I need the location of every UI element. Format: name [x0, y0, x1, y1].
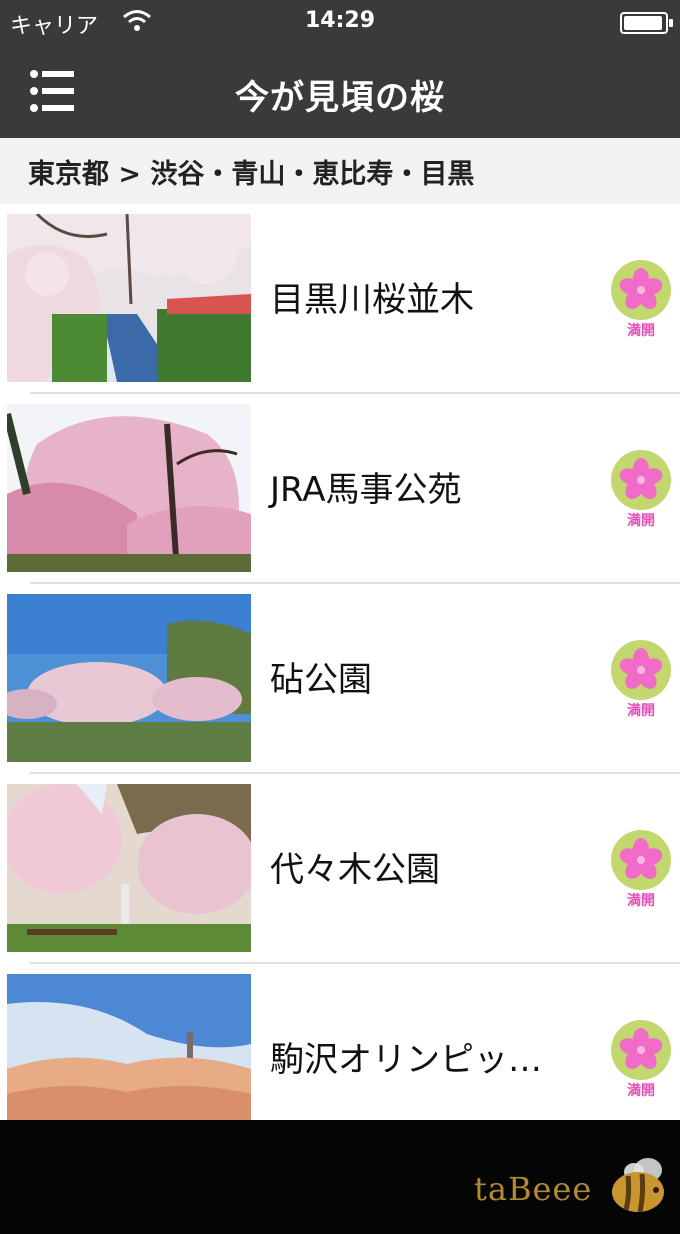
spot-list: 目黒川桜並木 満開 JRA馬事公苑 満開 砧公園 満開 代々木公園 満開 駒沢オ…: [0, 204, 680, 1120]
spot-photo: [7, 404, 251, 572]
spot-name: 砧公園: [270, 660, 372, 700]
status-time: 14:29: [304, 8, 376, 33]
nav-bar: 今が見頃の桜: [0, 44, 680, 138]
spot-name: 駒沢オリンピッ…: [270, 1040, 542, 1080]
spot-photo: [7, 214, 251, 382]
sakura-icon: [611, 640, 671, 700]
spot-name: 代々木公園: [270, 850, 440, 890]
breadcrumb: 東京都 > 渋谷・青山・恵比寿・目黒: [0, 138, 680, 204]
spot-photo: [7, 784, 251, 952]
spot-name: JRA馬事公苑: [270, 470, 462, 510]
bloom-status-label: 満開: [627, 323, 655, 339]
list-item[interactable]: 目黒川桜並木 満開: [0, 204, 680, 394]
footer-banner[interactable]: taBeee: [0, 1120, 680, 1234]
breadcrumb-text[interactable]: 東京都 > 渋谷・青山・恵比寿・目黒: [28, 152, 474, 191]
spot-photo: [7, 594, 251, 762]
list-item[interactable]: 駒沢オリンピッ… 満開: [0, 964, 680, 1120]
bloom-status-label: 満開: [627, 1083, 655, 1099]
bloom-status-label: 満開: [627, 703, 655, 719]
sakura-icon: [611, 260, 671, 320]
battery-icon: [620, 12, 673, 34]
bloom-status-badge: 満開: [610, 640, 672, 724]
bloom-status-badge: 満開: [610, 450, 672, 534]
spot-name: 目黒川桜並木: [270, 280, 474, 320]
list-item[interactable]: 代々木公園 満開: [0, 774, 680, 964]
list-item[interactable]: 砧公園 満開: [0, 584, 680, 774]
page-title: 今が見頃の桜: [235, 78, 445, 118]
sakura-icon: [611, 830, 671, 890]
bee-icon: [612, 1158, 664, 1213]
bloom-status-badge: 満開: [610, 830, 672, 914]
sakura-icon: [611, 450, 671, 510]
bloom-status-label: 満開: [627, 893, 655, 909]
spot-photo: [7, 974, 251, 1120]
bloom-status-badge: 満開: [610, 1020, 672, 1104]
bloom-status-badge: 満開: [610, 260, 672, 344]
brand-logo-text: taBeee: [474, 1170, 593, 1208]
status-bar: キャリア 14:29: [0, 0, 680, 44]
sakura-icon: [611, 1020, 671, 1080]
bloom-status-label: 満開: [627, 513, 655, 529]
list-item[interactable]: JRA馬事公苑 満開: [0, 394, 680, 584]
